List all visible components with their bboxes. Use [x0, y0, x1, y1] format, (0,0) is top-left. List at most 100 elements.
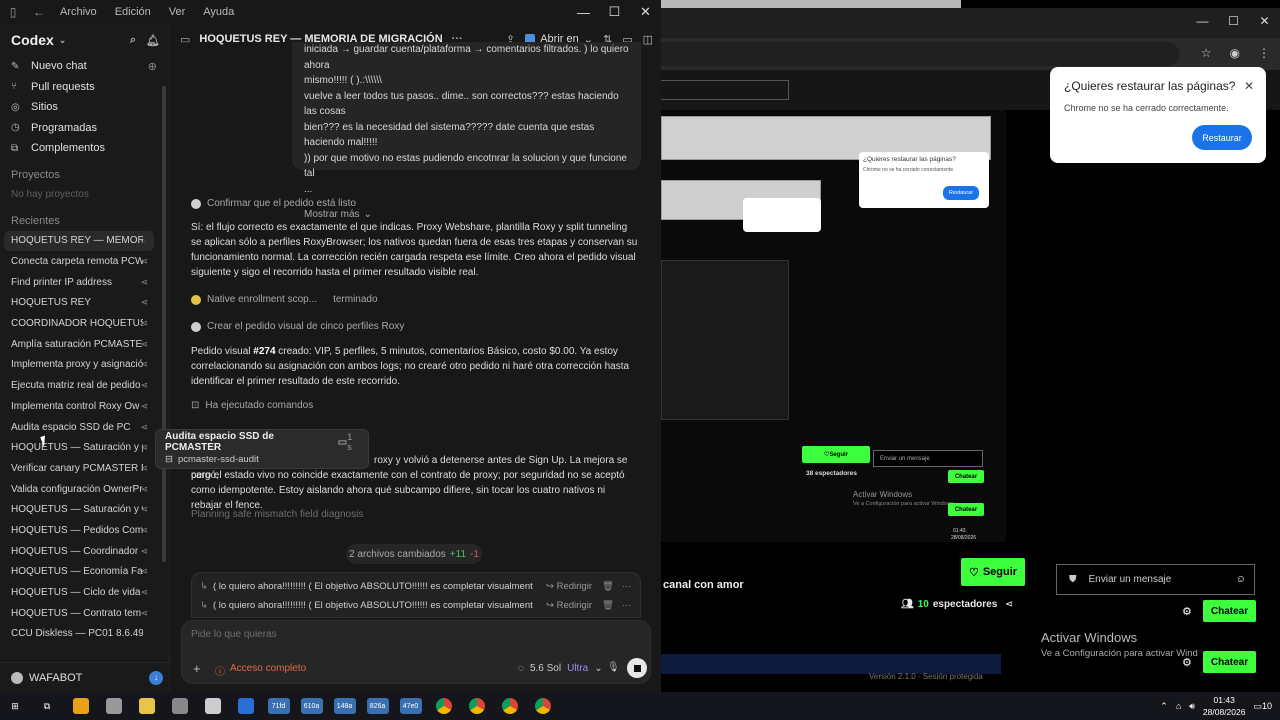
more-icon[interactable]: ···	[622, 600, 632, 611]
notification-icon[interactable]: ▭10	[1253, 701, 1272, 712]
taskbar-chrome[interactable]	[460, 692, 493, 720]
task-view-button[interactable]: ⧉	[30, 692, 64, 720]
menu-ayuda[interactable]: Ayuda	[203, 6, 234, 18]
menu-ver[interactable]: Ver	[169, 6, 186, 18]
pin-icon[interactable]: ⋖	[140, 484, 148, 495]
pin-icon[interactable]: ⋖	[140, 463, 148, 474]
chat-message-input[interactable]: ⛊ Enviar un mensaje ☺	[1056, 564, 1255, 595]
recent-chat-item[interactable]: Amplía saturación PCMASTER ⋖	[0, 334, 156, 355]
taskbar-app[interactable]	[196, 692, 229, 720]
add-attachment-button[interactable]: +	[193, 661, 201, 676]
taskbar-chrome[interactable]	[526, 692, 559, 720]
bell-icon[interactable]: 🔔︎	[146, 34, 160, 47]
pin-icon[interactable]: ⋖	[140, 256, 148, 267]
add-icon[interactable]: ⊕	[148, 60, 157, 73]
download-icon[interactable]: ↓	[149, 670, 163, 685]
taskbar-chrome[interactable]	[427, 692, 460, 720]
recent-chat-item[interactable]: COORDINADOR HOQUETUS — V⋖	[0, 313, 156, 334]
redirect-button[interactable]: ↪ Redirigir	[546, 581, 592, 592]
taskbar-app[interactable]: 826a	[361, 692, 394, 720]
recent-chat-item[interactable]: CCU Diskless — PC01 8.6.49 (PR	[0, 624, 156, 645]
sidebar-item-new-chat[interactable]: ✎ Nuevo chat ⊕	[0, 56, 169, 77]
pin-icon[interactable]: ⋖	[140, 318, 148, 329]
composer-input[interactable]: Pide lo que quieras	[191, 629, 277, 640]
step-create-order[interactable]: Crear el pedido visual de cinco perfiles…	[191, 321, 404, 332]
recent-chat-item[interactable]: Implementa proxy y asignación ⋖	[0, 355, 156, 376]
star-icon[interactable]: ☆	[1201, 46, 1212, 60]
taskbar-app[interactable]: 71fd	[262, 692, 295, 720]
address-bar[interactable]	[661, 42, 1179, 66]
clock[interactable]: 01:43 28/08/2026	[1203, 694, 1246, 718]
gear-icon[interactable]: ⚙	[1182, 656, 1192, 669]
pin-icon[interactable]: ⋖	[140, 587, 148, 598]
chevron-up-icon[interactable]: ⌃	[1160, 701, 1168, 712]
queued-message[interactable]: ↳ ( lo quiero ahora!!!!!!!!! ( El objetiv…	[192, 596, 640, 615]
sidebar-item-scheduled[interactable]: ◷ Programadas	[0, 118, 169, 139]
taskbar-app[interactable]	[229, 692, 262, 720]
menu-edicion[interactable]: Edición	[115, 6, 151, 18]
step-confirm[interactable]: Confirmar que el pedido está listo	[191, 198, 356, 209]
start-button[interactable]: ⊞	[0, 692, 30, 720]
redirect-button[interactable]: ↪ Redirigir	[546, 600, 592, 611]
trash-icon[interactable]: 🗑︎	[602, 600, 614, 611]
taskbar-app[interactable]: 47e0	[394, 692, 427, 720]
pin-icon[interactable]: ⋖	[140, 422, 148, 433]
microphone-icon[interactable]: 🎙︎	[607, 662, 620, 673]
pin-icon[interactable]: ⋖	[140, 442, 148, 453]
follow-button[interactable]: ♡ Seguir	[961, 558, 1025, 586]
taskbar-app[interactable]	[130, 692, 163, 720]
share-icon[interactable]: ⋖	[1005, 599, 1013, 610]
taskbar-app[interactable]	[97, 692, 130, 720]
more-icon[interactable]: ···	[622, 581, 632, 592]
gear-icon[interactable]: ⚙	[1182, 605, 1192, 618]
page-input[interactable]	[661, 80, 789, 100]
pin-icon[interactable]: ⋖	[140, 566, 148, 577]
recent-chat-item[interactable]: HOQUETUS — Saturación y v ⋖	[0, 499, 156, 520]
pin-icon[interactable]: ⋖	[140, 608, 148, 619]
profile-icon[interactable]: ◉	[1230, 46, 1240, 60]
taskbar-app[interactable]	[64, 692, 97, 720]
pin-icon[interactable]: ⋖	[140, 359, 148, 370]
user-profile[interactable]: WAFABOT ↓	[0, 662, 170, 692]
files-changed-pill[interactable]: 2 archivos cambiados +11 -1	[346, 544, 482, 564]
close-button[interactable]: ✕	[1249, 14, 1280, 28]
recent-chat-item[interactable]: Conecta carpeta remota PCWILM⋖	[0, 251, 156, 272]
emoji-icon[interactable]: ☺	[1236, 574, 1246, 585]
pin-icon[interactable]: ⋖	[140, 297, 148, 308]
pin-icon[interactable]: ⋖	[140, 504, 148, 515]
search-icon[interactable]: ⌕	[130, 34, 136, 47]
sidebar-scrollbar[interactable]	[162, 86, 166, 562]
recent-chat-item[interactable]: HOQUETUS — Coordinador ⋖	[0, 541, 156, 562]
sidebar-item-plugins[interactable]: ⧉ Complementos	[0, 138, 169, 159]
sidebar-item-sites[interactable]: ◎ Sitios	[0, 97, 169, 118]
brand[interactable]: Codex ⌄ ⌕ 🔔︎	[0, 24, 169, 56]
restore-button[interactable]: Restaurar	[1192, 125, 1252, 150]
recent-chat-item[interactable]: Audita espacio SSD de PC ⋖	[0, 417, 156, 438]
recent-chat-item[interactable]: HOQUETUS — Saturación y proc⋖	[0, 437, 156, 458]
pin-icon[interactable]: ⋖	[140, 546, 148, 557]
chat-button[interactable]: Chatear	[1203, 600, 1256, 622]
recent-chat-item[interactable]: Find printer IP address ⋖	[0, 272, 156, 293]
pin-icon[interactable]: ⋖	[140, 401, 148, 412]
model-selector[interactable]: ◌ 5.6 Sol Ultra ⌄	[518, 663, 603, 674]
recent-chat-item[interactable]: Valida configuración OwnerPrivat⋖	[0, 479, 156, 500]
menu-icon[interactable]: ⋮	[1258, 46, 1270, 60]
recent-chat-item[interactable]: HOQUETUS — Contrato tem ⋖	[0, 603, 156, 624]
close-button[interactable]: ✕	[630, 0, 661, 24]
queued-message[interactable]: ↳ ( lo quiero ahora!!!!!!!!! ( El objetiv…	[192, 577, 640, 596]
back-icon[interactable]: ←	[26, 5, 52, 19]
chat-button[interactable]: Chatear	[1203, 651, 1256, 673]
recent-chat-item[interactable]: HOQUETUS — Pedidos Com ⋖	[0, 520, 156, 541]
recent-chat-item[interactable]: Verificar canary PCMASTER PCBot⋖	[0, 458, 156, 479]
recent-chat-item[interactable]: HOQUETUS REY ⋖	[0, 293, 156, 314]
step-ran-commands[interactable]: ⊡ Ha ejecutado comandos	[191, 400, 313, 411]
taskbar-app[interactable]	[163, 692, 196, 720]
pin-icon[interactable]: ⋖	[140, 525, 148, 536]
close-icon[interactable]: ✕	[1244, 79, 1254, 93]
access-mode-button[interactable]: ⓘ Acceso completo	[215, 663, 306, 678]
recent-chat-item[interactable]: HOQUETUS — Economía Far ⋖	[0, 562, 156, 583]
pin-icon[interactable]: ⋖	[140, 339, 148, 350]
recent-chat-item[interactable]: Ejecuta matriz real de pedido ⋖	[0, 375, 156, 396]
taskbar-chrome[interactable]	[493, 692, 526, 720]
panel-toggle-icon[interactable]: ◫	[643, 33, 653, 46]
